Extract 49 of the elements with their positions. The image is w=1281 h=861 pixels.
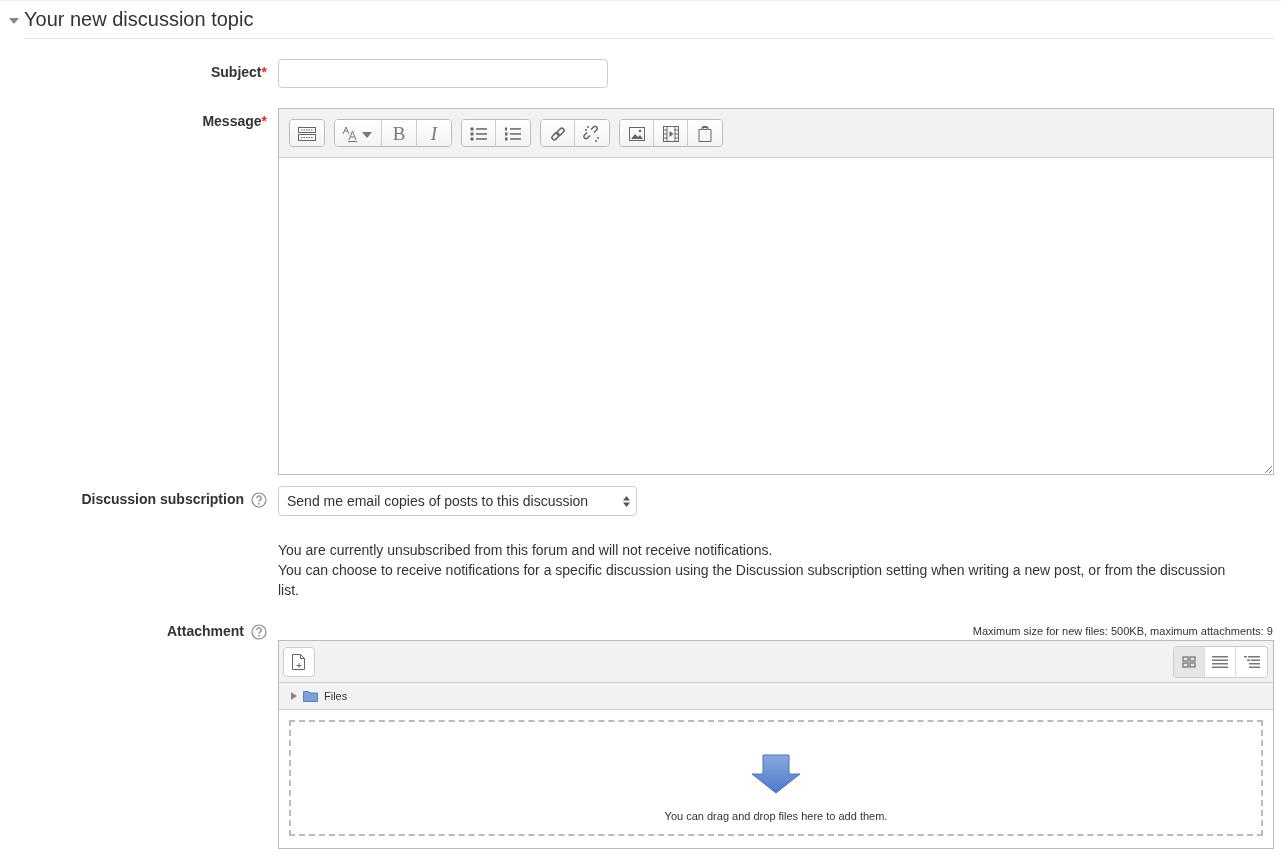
help-icon[interactable] (251, 492, 267, 508)
bullets-button[interactable] (462, 120, 496, 146)
folder-name[interactable]: Files (324, 690, 348, 702)
font-button[interactable] (335, 120, 382, 146)
subject-field[interactable] (278, 59, 608, 88)
grid-icon (1182, 655, 1196, 668)
folder-icon (303, 690, 318, 702)
info-text: You can choose to receive notifications for a specific discussion using the Discussion subscription setting when writing a new post, or from the discussion list. (278, 561, 1227, 600)
drop-hint: You can drag and drop files here to add them. (664, 810, 888, 822)
image-icon (628, 126, 645, 141)
list-icon (1212, 655, 1228, 668)
field-label: Subject* (210, 64, 267, 80)
files-button[interactable] (688, 120, 722, 146)
media-button[interactable] (654, 120, 688, 146)
numbers-button[interactable] (496, 120, 530, 146)
link-icon (549, 125, 566, 142)
list-view-button[interactable] (1205, 646, 1236, 677)
section-header[interactable]: Your new discussion topic (8, 1, 1274, 38)
drop-zone[interactable]: You can drag and drop files here to add them. (289, 720, 1263, 836)
image-button[interactable] (620, 120, 654, 146)
bold-button[interactable]: B (382, 120, 417, 146)
subscription-select[interactable]: Send me email copies of posts to this discussion (278, 486, 637, 516)
font-size-icon (342, 125, 374, 142)
resize-handle-icon[interactable] (1264, 465, 1272, 473)
toolbar-toggle-icon (298, 126, 316, 141)
numbered-list-icon (504, 126, 522, 141)
add-file-button[interactable] (283, 646, 315, 677)
italic-button[interactable]: I (417, 120, 451, 146)
add-file-icon (292, 653, 306, 670)
collapse-button[interactable] (290, 120, 324, 146)
link-button[interactable] (541, 120, 575, 146)
tree-icon (1243, 655, 1260, 668)
unlink-button[interactable] (575, 120, 609, 146)
help-icon[interactable] (251, 624, 267, 640)
field-label: Discussion subscription (81, 491, 244, 507)
unlink-icon (583, 124, 601, 143)
text-editor[interactable]: B I (278, 108, 1274, 475)
film-icon (662, 125, 679, 142)
field-label: Attachment (167, 623, 244, 639)
clipboard-icon (698, 125, 712, 142)
file-limits-text: Maximum size for new files: 500KB, maximum attachments: 9 (971, 625, 1274, 637)
section-title: Your new discussion topic (24, 8, 254, 31)
bullet-list-icon (469, 126, 488, 141)
expand-arrow-icon[interactable] (291, 692, 297, 700)
select-arrows-icon (623, 495, 630, 507)
field-label: Message* (202, 113, 267, 129)
info-text: You are currently unsubscribed from this forum and will not receive notifications. (278, 541, 774, 560)
tree-view-button[interactable] (1236, 646, 1267, 677)
down-arrow-icon (751, 754, 801, 794)
